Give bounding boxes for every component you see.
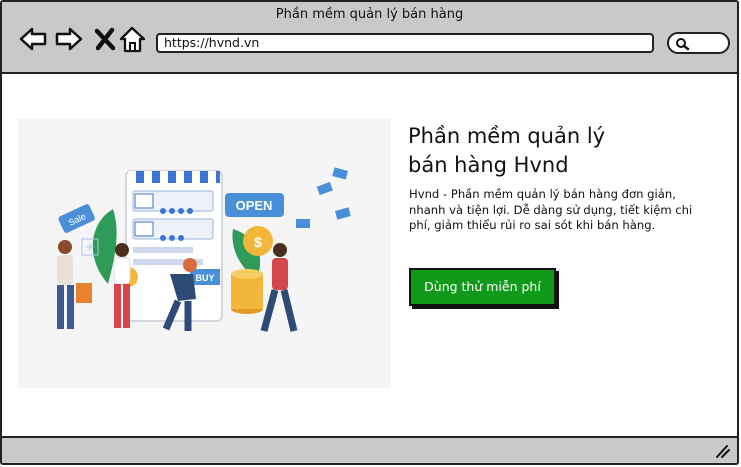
open-sign-text: OPEN <box>236 198 273 213</box>
browser-window: Phần mềm quản lý bán hàng https://hvnd.v… <box>0 0 739 465</box>
hero-illustration: OPEN Sale $ BUY <box>18 119 391 388</box>
window-title: Phần mềm quản lý bán hàng <box>275 7 464 22</box>
shopping-illustration: OPEN Sale $ BUY <box>57 167 351 332</box>
search-icon <box>676 38 690 51</box>
page-content: OPEN Sale $ BUY Phần mềm quản lý bán hàn… <box>2 74 737 440</box>
address-bar[interactable]: https://hvnd.vn <box>156 33 654 53</box>
browser-toolbar: Phần mềm quản lý bán hàng https://hvnd.v… <box>2 2 737 74</box>
hero-title-line-2: bán hàng Hvnd <box>408 153 569 177</box>
forward-arrow-icon[interactable] <box>54 24 84 54</box>
search-field[interactable] <box>667 32 730 54</box>
home-icon[interactable] <box>118 24 148 54</box>
status-bar <box>2 436 737 463</box>
hero-title-line-1: Phần mềm quản lý <box>408 124 606 148</box>
free-trial-button[interactable]: Dùng thử miễn phí <box>409 268 556 306</box>
svg-text:$: $ <box>254 234 262 250</box>
back-arrow-icon[interactable] <box>18 24 48 54</box>
resize-grip-icon[interactable] <box>713 443 731 459</box>
buy-label-text: BUY <box>195 273 214 283</box>
hero-title: Phần mềm quản lý bán hàng Hvnd <box>408 122 728 180</box>
close-icon[interactable] <box>91 24 121 54</box>
hero-description: Hvnd - Phần mềm quản lý bán hàng đơn giả… <box>409 187 693 232</box>
